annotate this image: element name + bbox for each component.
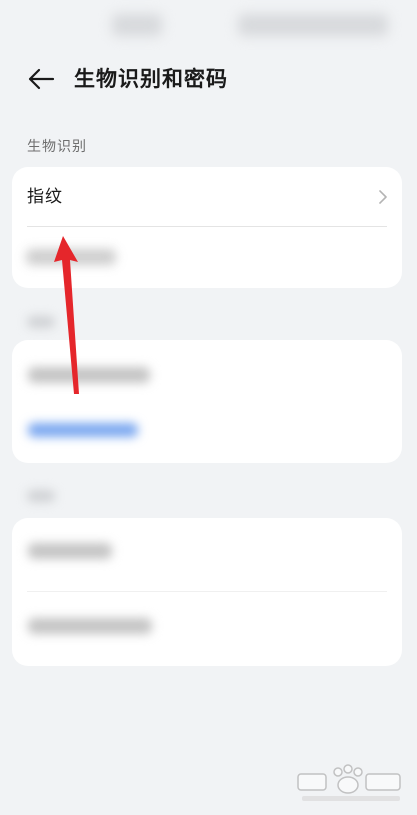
- back-arrow-icon[interactable]: [26, 64, 56, 94]
- section-label-blurred: [27, 490, 55, 502]
- blurred-text: [28, 618, 152, 634]
- blurred-text: [28, 543, 112, 559]
- blurred-link[interactable]: [28, 423, 138, 437]
- section-label-blurred: [27, 316, 55, 328]
- page-title: 生物识别和密码: [74, 67, 228, 91]
- list-item-blurred[interactable]: [12, 518, 402, 592]
- list-item-label: 指纹: [27, 187, 63, 207]
- chevron-right-icon: [379, 190, 387, 204]
- other-card: [12, 518, 402, 666]
- status-bar: [0, 0, 417, 46]
- baidu-watermark-logo: [297, 764, 401, 801]
- status-blur-left: [112, 14, 162, 36]
- blurred-text: [28, 367, 150, 383]
- biometrics-card: 指纹: [12, 167, 402, 288]
- list-item-blurred[interactable]: [12, 227, 402, 287]
- list-item-fingerprint[interactable]: 指纹: [12, 167, 402, 227]
- header: 生物识别和密码: [0, 52, 417, 108]
- blurred-text: [26, 249, 116, 265]
- status-blur-right: [238, 14, 388, 36]
- list-item-blurred[interactable]: [12, 592, 402, 666]
- password-card: [12, 340, 402, 463]
- section-label-biometrics: 生物识别: [27, 139, 87, 155]
